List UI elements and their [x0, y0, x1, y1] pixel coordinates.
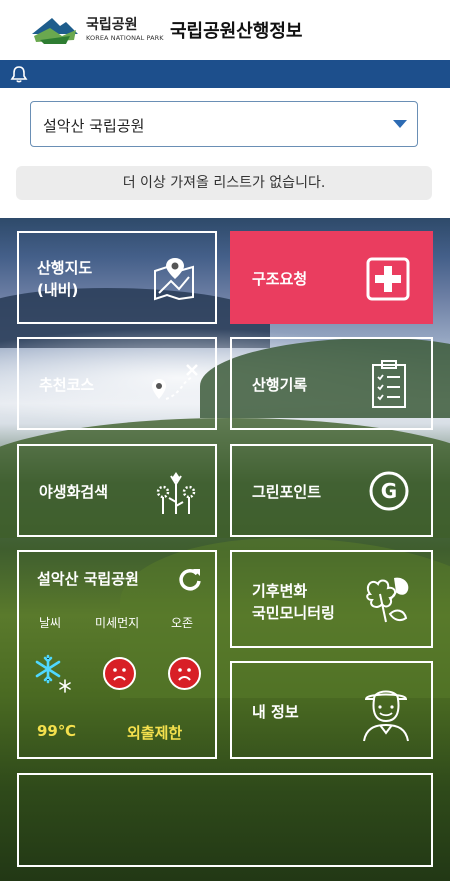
weather-widget: 설악산 국립공원 날씨 미세먼지 오존 99℃ 외출제한: [17, 550, 217, 759]
recommended-course-label: 추천코스: [39, 376, 95, 394]
logo-english-text: KOREA NATIONAL PARK: [86, 34, 164, 42]
notice-bar[interactable]: [0, 60, 450, 88]
outdoor-status: 외출제한: [127, 724, 183, 742]
hiking-map-label: 산행지도 (내비): [37, 259, 93, 299]
green-point-label: 그린포인트: [252, 483, 322, 501]
logo-korean-text: 국립공원: [86, 17, 138, 33]
flowers-icon: [156, 472, 196, 514]
hiking-map-button[interactable]: 산행지도 (내비): [17, 231, 217, 324]
fine-dust-sad-face-icon: [103, 657, 136, 690]
refresh-icon[interactable]: [177, 566, 203, 592]
chevron-down-icon: [393, 120, 407, 128]
snowflake-icon: [35, 654, 71, 693]
hiker-person-icon: [363, 690, 409, 742]
g-circle-icon: G: [369, 471, 409, 511]
climate-monitoring-label: 기후변화 국민모니터링: [252, 582, 335, 622]
temperature-value: 99℃: [37, 722, 77, 740]
app-header: 국립공원 KOREA NATIONAL PARK 국립공원산행정보: [0, 0, 450, 60]
svg-text:G: G: [381, 479, 397, 503]
hiking-record-button[interactable]: 산행기록: [230, 337, 433, 430]
leaves-icon: [366, 577, 409, 623]
recommended-course-button[interactable]: 추천코스: [17, 337, 217, 430]
fine-dust-column-label: 미세먼지: [95, 616, 140, 630]
bottom-banner[interactable]: [17, 773, 433, 867]
ozone-sad-face-icon: [168, 657, 201, 690]
app-title: 국립공원산행정보: [170, 21, 303, 42]
medical-cross-icon: [366, 257, 410, 301]
rescue-request-label: 구조요청: [252, 270, 308, 288]
rescue-request-button[interactable]: 구조요청: [230, 231, 433, 324]
green-point-button[interactable]: 그린포인트 G: [230, 444, 433, 537]
weather-column-label: 날씨: [39, 616, 62, 630]
map-pin-icon: [154, 258, 194, 301]
status-message: 더 이상 가져올 리스트가 없습니다.: [16, 166, 432, 200]
route-icon: [152, 364, 198, 400]
wildflower-search-label: 야생화검색: [39, 483, 109, 501]
bell-icon[interactable]: [9, 64, 29, 84]
park-select-area: 설악산 국립공원 더 이상 가져올 리스트가 없습니다.: [0, 88, 450, 218]
wildflower-search-button[interactable]: 야생화검색: [17, 444, 217, 537]
my-info-label: 내 정보: [252, 703, 299, 721]
park-select-dropdown[interactable]: 설악산 국립공원: [30, 101, 418, 147]
climate-monitoring-button[interactable]: 기후변화 국민모니터링: [230, 550, 433, 648]
weather-park-name: 설악산 국립공원: [37, 570, 139, 588]
national-park-logo: [32, 18, 78, 44]
park-select-value: 설악산 국립공원: [43, 117, 145, 135]
ozone-column-label: 오존: [171, 616, 194, 630]
hiking-record-label: 산행기록: [252, 376, 308, 394]
clipboard-checklist-icon: [372, 360, 406, 408]
my-info-button[interactable]: 내 정보: [230, 661, 433, 759]
